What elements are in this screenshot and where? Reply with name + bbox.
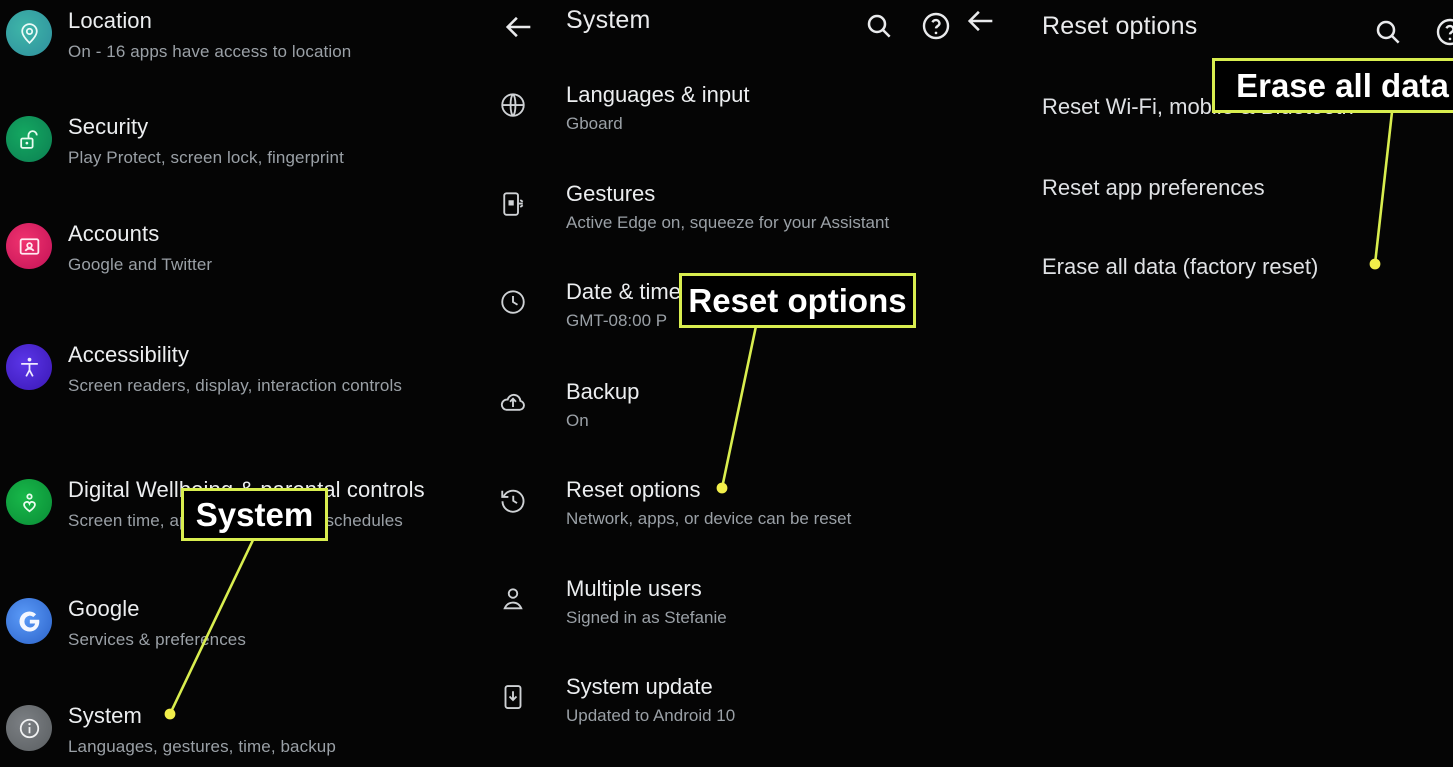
info-circle-icon — [6, 705, 52, 751]
unlocked-padlock-icon — [6, 116, 52, 162]
settings-row-subtitle: Screen readers, display, interaction con… — [68, 376, 402, 395]
system-row-title: Gestures — [566, 181, 656, 206]
system-row-subtitle: Updated to Android 10 — [566, 706, 736, 725]
system-callout: System — [181, 488, 328, 541]
settings-row-title: System — [68, 703, 142, 728]
page-title: Reset options — [1042, 12, 1198, 40]
system-row-subtitle: On — [566, 411, 589, 430]
settings-row-subtitle: Services & preferences — [68, 630, 246, 649]
erase-all-data-callout-label: Erase all data — [1236, 67, 1449, 104]
gesture-phone-icon — [498, 189, 528, 219]
settings-row-title: Accounts — [68, 221, 160, 246]
search-icon[interactable] — [863, 10, 895, 42]
settings-row-subtitle: Languages, gestures, time, backup — [68, 737, 336, 756]
system-row-title: Multiple users — [566, 576, 702, 601]
system-row-subtitle: Signed in as Stefanie — [566, 608, 727, 627]
system-appbar: System — [484, 0, 950, 58]
system-row-subtitle: Network, apps, or device can be reset — [566, 509, 852, 528]
help-icon[interactable] — [1434, 16, 1453, 48]
system-row-title: System update — [566, 674, 713, 699]
system-settings-panel: System Languages & input Gboard Gestures… — [484, 0, 950, 767]
settings-row-subtitle: Google and Twitter — [68, 255, 213, 274]
settings-row-subtitle: Play Protect, screen lock, fingerprint — [68, 148, 344, 167]
reset-appbar: Reset options — [950, 0, 1453, 58]
search-icon[interactable] — [1372, 16, 1404, 48]
screenshot-stage: Location On - 16 apps have access to loc… — [0, 0, 1453, 767]
person-icon — [498, 584, 528, 614]
system-row-subtitle: Gboard — [566, 114, 623, 133]
google-g-icon — [6, 598, 52, 644]
settings-row-title: Accessibility — [68, 342, 190, 367]
reset-options-panel: Reset options Reset Wi-Fi, mobile & Blue… — [950, 0, 1453, 767]
system-row-subtitle: GMT-08:00 P — [566, 311, 668, 330]
cloud-upload-icon — [498, 387, 528, 417]
settings-row-subtitle: On - 16 apps have access to location — [68, 42, 352, 61]
system-callout-label: System — [195, 496, 314, 533]
clock-icon — [498, 287, 528, 317]
globe-icon — [498, 90, 528, 120]
settings-row-title: Location — [68, 8, 152, 33]
system-row-title: Languages & input — [566, 82, 750, 107]
erase-all-data-callout: Erase all data — [1212, 58, 1453, 113]
help-icon[interactable] — [920, 10, 950, 42]
account-card-icon — [6, 223, 52, 269]
page-title: System — [566, 6, 651, 34]
back-arrow-icon[interactable] — [502, 10, 536, 44]
system-update-icon — [498, 682, 528, 712]
reset-row-title: Reset app preferences — [1042, 175, 1265, 200]
accessibility-icon — [6, 344, 52, 390]
system-row-title: Date & time — [566, 279, 681, 304]
reset-options-callout-label: Reset options — [688, 282, 907, 319]
location-pin-icon — [6, 10, 52, 56]
reset-options-callout: Reset options — [679, 273, 916, 328]
system-row-title: Reset options — [566, 477, 701, 502]
settings-index-panel: Location On - 16 apps have access to loc… — [0, 0, 484, 767]
restore-clock-icon — [498, 485, 528, 515]
system-row-subtitle: Active Edge on, squeeze for your Assista… — [566, 213, 890, 232]
system-row-title: Backup — [566, 379, 640, 404]
settings-row-title: Security — [68, 114, 149, 139]
wellbeing-heart-icon — [6, 479, 52, 525]
settings-row-title: Google — [68, 596, 140, 621]
back-arrow-icon[interactable] — [964, 4, 998, 38]
reset-row-title: Erase all data (factory reset) — [1042, 254, 1319, 279]
